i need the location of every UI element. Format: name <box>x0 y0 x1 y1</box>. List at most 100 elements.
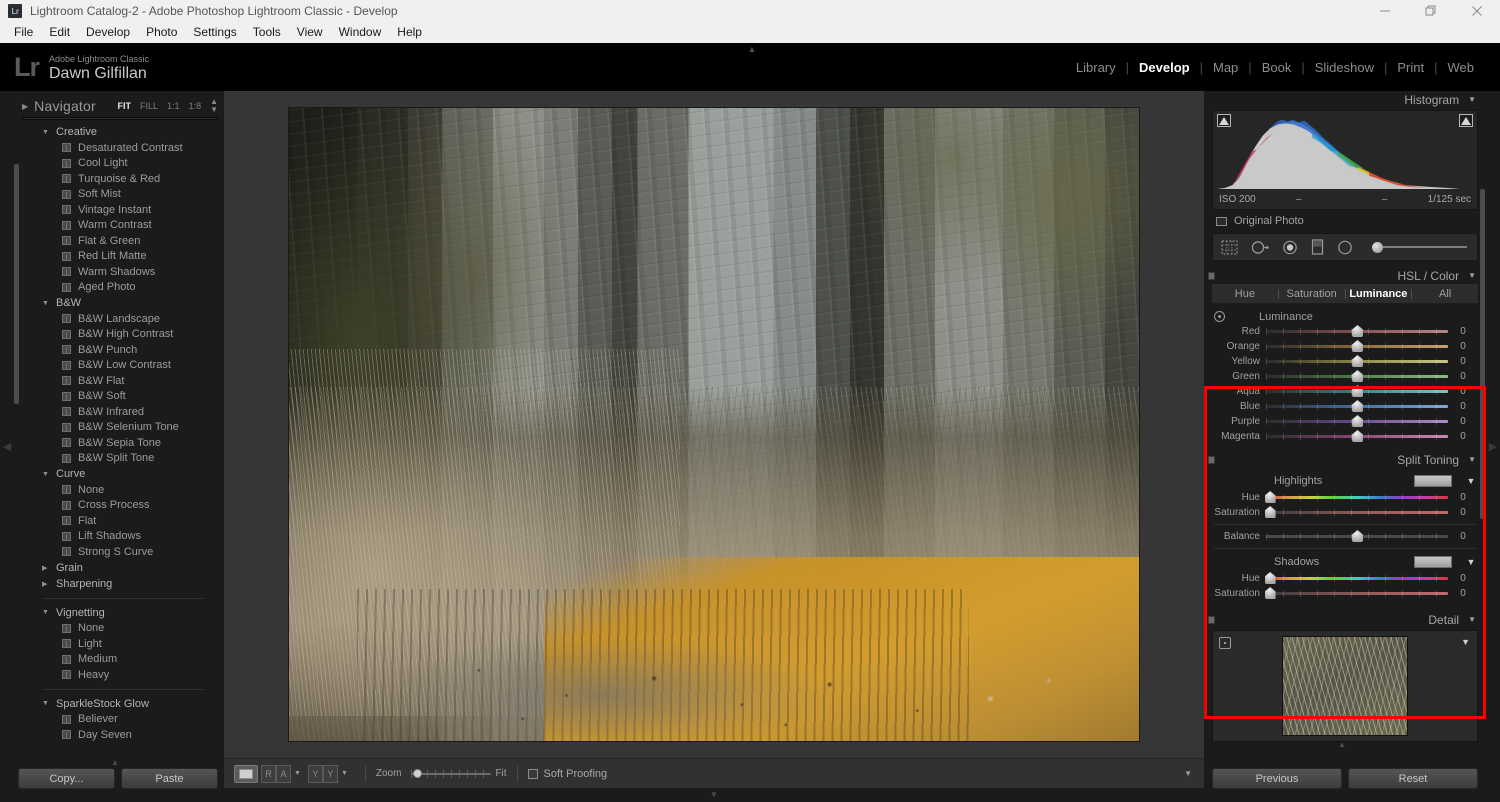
hsl-slider-value-magenta[interactable]: 0 <box>1448 431 1478 442</box>
detail-loupe-icon[interactable] <box>1219 637 1231 649</box>
highlights-disclosure-icon[interactable]: ▼ <box>1464 476 1478 486</box>
right-collapse-arrow-icon[interactable]: ▶ <box>1489 440 1497 453</box>
nav-zoom-stepper-icon[interactable]: ▲▼ <box>210 98 218 114</box>
preset-item[interactable]: Red Lift Matte <box>14 249 224 265</box>
preset-item[interactable]: B&W Flat <box>14 373 224 389</box>
detail-disclosure-icon[interactable]: ▼ <box>1468 615 1476 624</box>
preset-item[interactable]: B&W Landscape <box>14 311 224 327</box>
close-icon[interactable] <box>1454 0 1500 22</box>
hsl-slider-knob-blue[interactable] <box>1352 400 1363 412</box>
module-print[interactable]: Print <box>1387 60 1434 75</box>
hsl-slider-knob-magenta[interactable] <box>1352 430 1363 442</box>
hsl-slider-knob-orange[interactable] <box>1352 340 1363 352</box>
hsl-slider-track-wrap-magenta[interactable] <box>1266 430 1448 443</box>
targeted-adjustment-tool-icon[interactable] <box>1214 311 1225 322</box>
hsl-slider-row-purple[interactable]: Purple0 <box>1212 414 1478 429</box>
menu-help[interactable]: Help <box>389 22 430 43</box>
menu-tools[interactable]: Tools <box>245 22 289 43</box>
hsl-slider-row-magenta[interactable]: Magenta0 <box>1212 429 1478 444</box>
preset-item[interactable]: Warm Contrast <box>14 218 224 234</box>
module-book[interactable]: Book <box>1252 60 1302 75</box>
nav-zoom-fit[interactable]: FIT <box>118 101 132 111</box>
balance-knob[interactable] <box>1352 530 1363 542</box>
detail-panel[interactable]: ▼ ▲ <box>1212 630 1478 742</box>
tab-hue[interactable]: Hue <box>1212 288 1278 300</box>
highlights-hue-track-wrap[interactable] <box>1266 491 1448 504</box>
detail-bottom-toggle[interactable]: ▲ <box>1338 740 1346 749</box>
left-collapse-arrow-icon[interactable]: ◀ <box>3 440 11 453</box>
hsl-slider-track-wrap-yellow[interactable] <box>1266 355 1448 368</box>
loupe-view-button[interactable] <box>234 765 258 783</box>
hsl-slider-value-orange[interactable]: 0 <box>1448 341 1478 352</box>
preset-group-b-w[interactable]: ▼B&W <box>14 295 224 311</box>
nav-zoom-1-1[interactable]: 1:1 <box>167 101 180 111</box>
preset-item[interactable]: Turquoise & Red <box>14 171 224 187</box>
preset-item[interactable]: B&W Selenium Tone <box>14 420 224 436</box>
preset-item[interactable]: Lift Shadows <box>14 529 224 545</box>
preset-group-grain[interactable]: ▶Grain <box>14 560 224 576</box>
detail-preview-thumbnail[interactable] <box>1282 636 1408 736</box>
shadows-disclosure-icon[interactable]: ▼ <box>1464 557 1478 567</box>
left-panel-bottom-toggle[interactable]: ▲ <box>108 759 122 766</box>
compare-caret-icon[interactable]: ▼ <box>294 770 301 777</box>
preset-group-creative[interactable]: ▼Creative <box>14 124 224 140</box>
hsl-slider-row-yellow[interactable]: Yellow0 <box>1212 354 1478 369</box>
shadows-hue-slider-row[interactable]: Hue 0 <box>1212 571 1478 586</box>
split-toning-panel-switch[interactable] <box>1208 456 1215 464</box>
preset-item[interactable]: Soft Mist <box>14 187 224 203</box>
histogram-header[interactable]: Histogram ▼ <box>1204 91 1486 108</box>
menu-develop[interactable]: Develop <box>78 22 138 43</box>
shadows-hue-track-wrap[interactable] <box>1266 572 1448 585</box>
toolbar-options-caret-icon[interactable]: ▼ <box>1184 769 1192 778</box>
left-scrollbar-thumb[interactable] <box>14 164 19 404</box>
module-develop[interactable]: Develop <box>1129 60 1200 75</box>
hsl-slider-knob-purple[interactable] <box>1352 415 1363 427</box>
histogram-panel[interactable]: ISO 200 – – 1/125 sec <box>1212 110 1478 210</box>
highlights-saturation-value[interactable]: 0 <box>1448 507 1478 518</box>
original-photo-row[interactable]: Original Photo <box>1204 212 1486 230</box>
adjustment-brush-slider[interactable] <box>1368 241 1469 253</box>
preset-item[interactable]: B&W Punch <box>14 342 224 358</box>
menu-file[interactable]: File <box>6 22 41 43</box>
menu-settings[interactable]: Settings <box>185 22 244 43</box>
tab-saturation[interactable]: Saturation <box>1279 288 1345 300</box>
tab-luminance[interactable]: Luminance <box>1346 288 1412 300</box>
highlights-hue-value[interactable]: 0 <box>1448 492 1478 503</box>
graduated-filter-icon[interactable] <box>1311 239 1324 255</box>
split-toning-disclosure-icon[interactable]: ▼ <box>1468 455 1476 464</box>
preset-group-sharpening[interactable]: ▶Sharpening <box>14 576 224 592</box>
preset-item[interactable]: Vintage Instant <box>14 202 224 218</box>
detail-header[interactable]: Detail ▼ <box>1204 611 1486 628</box>
module-web[interactable]: Web <box>1438 60 1485 75</box>
shadows-saturation-knob[interactable] <box>1265 587 1276 599</box>
split-toning-header[interactable]: Split Toning ▼ <box>1204 451 1486 468</box>
tab-all[interactable]: All <box>1412 288 1478 300</box>
before-after-button[interactable]: Y Y <box>308 765 338 783</box>
preset-item[interactable]: Medium <box>14 652 224 668</box>
preset-item[interactable]: B&W Low Contrast <box>14 358 224 374</box>
highlights-saturation-slider-row[interactable]: Saturation 0 <box>1212 505 1478 520</box>
hsl-slider-track-wrap-orange[interactable] <box>1266 340 1448 353</box>
preset-group-disclosure-icon[interactable]: ▼ <box>42 609 49 616</box>
balance-slider-row[interactable]: Balance 0 <box>1212 529 1478 544</box>
right-scrollbar-thumb[interactable] <box>1480 189 1485 519</box>
preset-item[interactable]: Day Seven <box>14 727 224 743</box>
minimize-icon[interactable] <box>1362 0 1408 22</box>
preset-item[interactable]: B&W High Contrast <box>14 327 224 343</box>
preset-group-sparklestock-glow[interactable]: ▼SparkleStock Glow <box>14 696 224 712</box>
preset-group-disclosure-icon[interactable]: ▼ <box>42 700 49 707</box>
copy-button[interactable]: Copy... <box>18 768 115 789</box>
preset-item[interactable]: Cool Light <box>14 156 224 172</box>
hsl-slider-value-purple[interactable]: 0 <box>1448 416 1478 427</box>
detail-panel-switch[interactable] <box>1208 616 1215 624</box>
hsl-slider-row-aqua[interactable]: Aqua0 <box>1212 384 1478 399</box>
preset-item[interactable]: B&W Soft <box>14 389 224 405</box>
previous-button[interactable]: Previous <box>1212 768 1342 789</box>
hsl-slider-knob-yellow[interactable] <box>1352 355 1363 367</box>
balance-track-wrap[interactable] <box>1266 530 1448 543</box>
left-panel-scrollbar[interactable] <box>14 124 19 744</box>
hsl-slider-track-wrap-aqua[interactable] <box>1266 385 1448 398</box>
zoom-slider-knob[interactable] <box>413 769 422 778</box>
preset-group-disclosure-icon[interactable]: ▼ <box>42 471 49 478</box>
hsl-slider-knob-aqua[interactable] <box>1352 385 1363 397</box>
